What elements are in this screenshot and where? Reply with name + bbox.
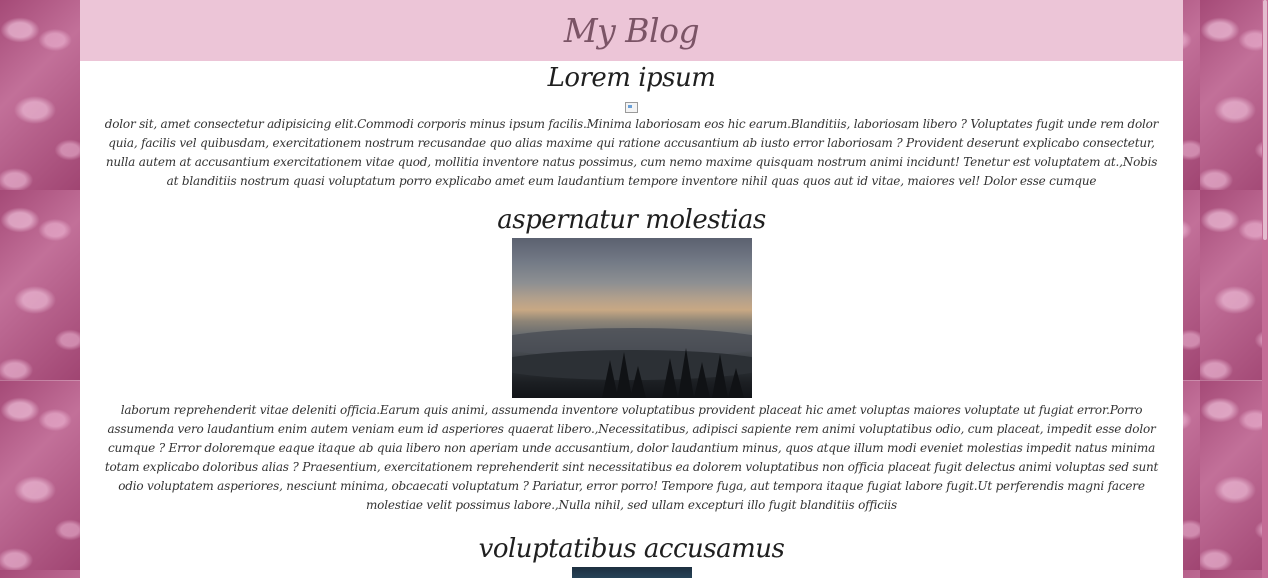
background-seam-left [0, 380, 80, 381]
scrollbar-thumb[interactable] [1263, 0, 1267, 240]
blog-title: My Blog [563, 11, 700, 50]
blog-header: My Blog [80, 0, 1183, 61]
blog-post: aspernatur molestias laborum reprehender… [80, 204, 1183, 515]
post-title: voluptatibus accusamus [478, 534, 785, 564]
background-seam-right [1183, 380, 1268, 381]
blog-post: Lorem ipsum dolor sit, amet consectetur … [80, 62, 1183, 191]
blog-page: My Blog Lorem ipsum dolor sit, amet cons… [80, 0, 1183, 578]
post-title: aspernatur molestias [497, 205, 766, 235]
post-title: Lorem ipsum [547, 63, 716, 93]
blog-post: voluptatibus accusamus [80, 533, 1183, 578]
post-body: dolor sit, amet consectetur adipisicing … [104, 117, 1159, 188]
misty-landscape-photo [511, 238, 752, 398]
post-body: laborum reprehenderit vitae deleniti off… [104, 403, 1159, 512]
scrollbar[interactable] [1262, 0, 1268, 578]
broken-image-icon [625, 102, 638, 113]
night-landscape-photo [571, 567, 692, 578]
